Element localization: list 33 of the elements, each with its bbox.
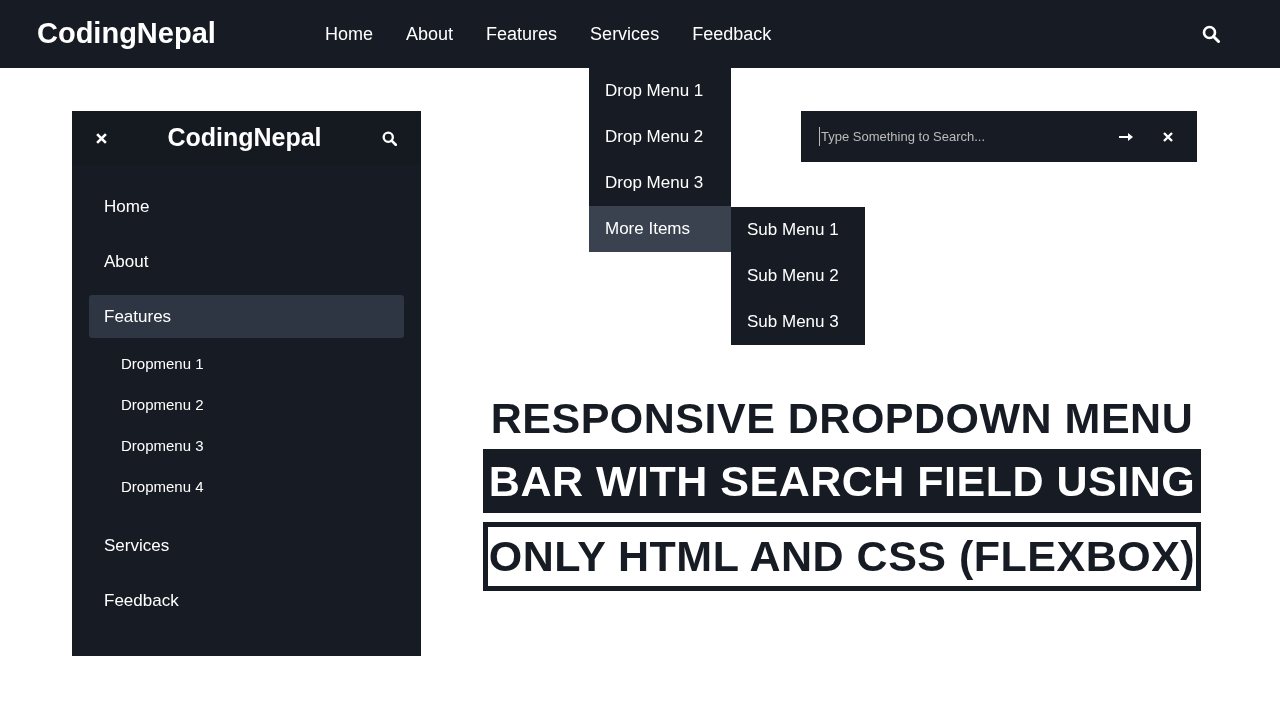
close-icon[interactable] — [1163, 131, 1173, 142]
nav-link[interactable]: Services — [590, 20, 660, 48]
headline-text: ONLY HTML AND CSS (FLEXBOX) — [483, 522, 1201, 591]
search-icon[interactable] — [1202, 25, 1220, 43]
nav-link[interactable]: Features — [486, 20, 558, 48]
submenu-item[interactable]: Dropmenu 2 — [121, 385, 404, 426]
nav-link[interactable]: Home — [325, 20, 373, 48]
close-icon[interactable] — [96, 132, 107, 144]
search-field[interactable]: Type Something to Search... — [819, 126, 1119, 147]
dropdown-item[interactable]: Drop Menu 1 — [589, 68, 731, 114]
nav-link[interactable]: Feedback — [692, 20, 772, 48]
headline-text: BAR WITH SEARCH FIELD USING — [483, 449, 1201, 513]
mobile-menu-item[interactable]: About — [89, 240, 404, 283]
submenu-item[interactable]: Dropmenu 3 — [121, 426, 404, 467]
mobile-menu-item[interactable]: Services — [89, 524, 404, 567]
search-bar[interactable]: Type Something to Search... — [801, 111, 1197, 162]
arrow-icon[interactable] — [1119, 131, 1133, 142]
logo[interactable]: CodingNepal — [37, 12, 325, 56]
dropdown-item[interactable]: More Items — [589, 206, 731, 252]
nav-link[interactable]: About — [406, 20, 454, 48]
mobile-menu-item[interactable]: Feedback — [89, 579, 404, 622]
submenu-item[interactable]: Sub Menu 2 — [731, 253, 865, 299]
logo[interactable]: CodingNepal — [167, 119, 322, 157]
submenu-item[interactable]: Dropmenu 1 — [121, 344, 404, 385]
mobile-menu-item[interactable]: Home — [89, 185, 404, 228]
submenu-item[interactable]: Dropmenu 4 — [121, 467, 404, 508]
headline-text: RESPONSIVE DROPDOWN MENU — [490, 395, 1194, 441]
search-icon[interactable] — [382, 130, 397, 146]
dropdown-item[interactable]: Drop Menu 2 — [589, 114, 731, 160]
submenu-item[interactable]: Sub Menu 1 — [731, 207, 865, 253]
dropdown-item[interactable]: Drop Menu 3 — [589, 160, 731, 206]
submenu-item[interactable]: Sub Menu 3 — [731, 299, 865, 345]
mobile-menu-item[interactable]: Features — [89, 295, 404, 338]
